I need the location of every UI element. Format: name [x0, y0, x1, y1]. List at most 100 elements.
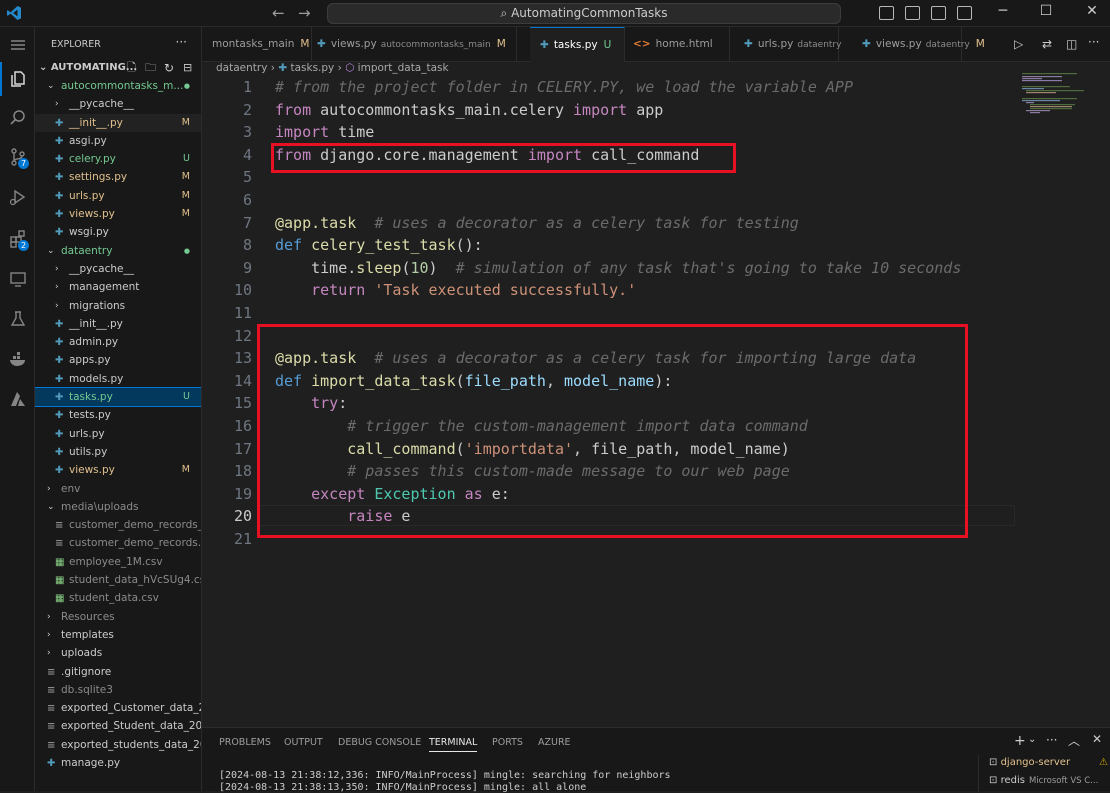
refresh-icon[interactable]: ↻ — [144, 59, 174, 77]
tree-folder[interactable]: ⌄ dataentry ● — [35, 242, 201, 260]
tree-folder[interactable]: › migrations — [35, 297, 201, 315]
extensions-icon[interactable]: 2 — [0, 222, 35, 256]
panel-tab[interactable]: TERMINAL — [429, 737, 478, 752]
tree-file[interactable]: ✚ __init__.py — [35, 315, 201, 333]
tree-folder[interactable]: ⌄ autocommontasks_m... ● — [35, 77, 201, 95]
minimize-window-icon[interactable]: ─ — [993, 3, 1013, 19]
docker-icon[interactable] — [0, 342, 35, 376]
source-control-icon[interactable]: 7 — [0, 140, 35, 174]
editor-tab[interactable]: ✚ tasks.py U — [530, 27, 625, 62]
tree-file[interactable]: ≡ .gitignore — [35, 663, 201, 681]
toggle-secondary-sidebar-icon[interactable] — [931, 6, 946, 20]
toggle-sidebar-icon[interactable] — [879, 6, 894, 20]
breadcrumb-symbol[interactable]: import_data_task — [358, 62, 449, 74]
maximize-window-icon[interactable]: ☐ — [1036, 3, 1056, 19]
tree-folder[interactable]: › env — [35, 480, 201, 498]
workspace-root[interactable]: ⌄ AUTOMATING... 🗋 🗀 ↻ ⊟ — [35, 59, 201, 77]
breadcrumb-folder[interactable]: dataentry — [216, 62, 267, 74]
vscode-logo-icon[interactable] — [6, 5, 22, 21]
panel-tab[interactable]: AZURE — [538, 737, 571, 748]
terminal-dropdown-icon[interactable]: ⌄ — [1028, 734, 1036, 745]
compare-changes-icon[interactable]: ⇄ — [1042, 37, 1052, 51]
tree-file[interactable]: ≡ exported_students_data_20... — [35, 736, 201, 754]
code-token: model_name — [564, 371, 655, 390]
tree-folder[interactable]: › uploads — [35, 644, 201, 662]
tree-file[interactable]: ≡ exported_Customer_data_2... — [35, 699, 201, 717]
editor-tab[interactable]: montasks_main M — [202, 27, 312, 62]
forward-arrow-icon[interactable]: → — [298, 4, 311, 22]
tree-file[interactable]: ≡ db.sqlite3 — [35, 681, 201, 699]
tree-file[interactable]: ✚ tests.py — [35, 406, 201, 424]
editor-tab[interactable]: <> home.html — [623, 27, 730, 62]
menu-icon[interactable] — [0, 28, 35, 62]
tree-file[interactable]: ≡ exported_Student_data_202... — [35, 717, 201, 735]
panel-tab[interactable]: OUTPUT — [284, 737, 323, 748]
search-view-icon[interactable] — [0, 101, 35, 135]
new-terminal-icon[interactable]: + — [1014, 733, 1026, 749]
editor-more-icon[interactable]: ··· — [1088, 35, 1099, 49]
run-debug-icon[interactable] — [0, 180, 35, 214]
tree-file[interactable]: ≡ customer_demo_records.c... — [35, 534, 201, 552]
panel-tab[interactable]: DEBUG CONSOLE — [338, 737, 421, 748]
tree-folder[interactable]: › __pycache__ — [35, 95, 201, 113]
tree-file[interactable]: ✚ models.py — [35, 370, 201, 388]
run-icon[interactable]: ▷ — [1014, 37, 1023, 51]
maximize-panel-icon[interactable]: ︿ — [1068, 732, 1080, 749]
tree-file[interactable]: ▦ student_data.csv — [35, 589, 201, 607]
tree-file[interactable]: ≡ customer_demo_records_r... — [35, 516, 201, 534]
toggle-panel-icon[interactable] — [905, 6, 920, 20]
tree-file[interactable]: ✚ celery.py U — [35, 150, 201, 168]
tree-folder[interactable]: › templates — [35, 626, 201, 644]
tree-folder[interactable]: › management — [35, 278, 201, 296]
tree-folder[interactable]: › __pycache__ — [35, 260, 201, 278]
tree-file[interactable]: ✚ urls.py M — [35, 187, 201, 205]
azure-icon[interactable] — [0, 382, 35, 416]
editor-tab[interactable]: ✚ views.py autocommontasks_main M — [307, 27, 517, 62]
tree-file[interactable]: ✚ utils.py — [35, 443, 201, 461]
panel-tab[interactable]: PORTS — [492, 737, 523, 748]
testing-icon[interactable] — [0, 302, 35, 336]
tree-file[interactable]: ✚ settings.py M — [35, 168, 201, 186]
customize-layout-icon[interactable] — [957, 6, 972, 20]
tab-label: views.py — [875, 38, 922, 50]
collapse-all-icon[interactable]: ⊟ — [183, 59, 192, 77]
tree-file[interactable]: ✚ wsgi.py — [35, 223, 201, 241]
code-editor[interactable]: 1 # from the project folder in CELERY.PY,… — [202, 76, 1110, 726]
csv-file-icon: ▦ — [55, 575, 65, 587]
tree-file[interactable]: ▦ student_data_hVcSUg4.csv — [35, 571, 201, 589]
minimap[interactable] — [1022, 72, 1102, 132]
python-file-icon: ✚ — [317, 38, 326, 50]
panel-more-icon[interactable]: ··· — [1046, 733, 1057, 747]
close-panel-icon[interactable]: ✕ — [1092, 732, 1102, 746]
tree-file[interactable]: ▦ employee_1M.csv — [35, 553, 201, 571]
breadcrumb-file[interactable]: tasks.py — [290, 62, 334, 74]
remote-explorer-icon[interactable] — [0, 262, 35, 296]
tree-folder[interactable]: › Resources — [35, 608, 201, 626]
tree-file[interactable]: ✚ admin.py — [35, 333, 201, 351]
editor-tab[interactable]: ✚ views.py dataentry M — [852, 27, 985, 62]
code-line: @app.task # uses a decorator as a celery… — [275, 214, 799, 232]
tree-file[interactable]: ✚ views.py M — [35, 205, 201, 223]
tree-folder[interactable]: ⌄ media\uploads — [35, 498, 201, 516]
back-arrow-icon[interactable]: ← — [272, 4, 285, 22]
explorer-icon[interactable] — [0, 62, 35, 96]
tab-label: tasks.py — [553, 39, 598, 51]
editor-tab[interactable]: ✚ urls.py dataentry — [734, 27, 841, 62]
new-file-icon[interactable]: 🗋 — [127, 59, 136, 77]
tree-file[interactable]: ✚ apps.py — [35, 351, 201, 369]
terminal-instance[interactable]: ⊡ redis Microsoft VS C... — [989, 775, 1098, 786]
tree-file[interactable]: ✚ asgi.py — [35, 132, 201, 150]
command-center-search[interactable]: ⌕ AutomatingCommonTasks — [327, 3, 841, 24]
tree-file[interactable]: ✚ manage.py — [35, 754, 201, 772]
terminal-instance[interactable]: ⊡ django-server ⚠ — [989, 757, 1108, 768]
tree-file[interactable]: ✚ tasks.py U — [35, 387, 201, 408]
chevron-right-icon: › — [47, 629, 51, 640]
split-editor-icon[interactable]: ◫ — [1066, 37, 1077, 51]
tree-file[interactable]: ✚ urls.py — [35, 425, 201, 443]
close-window-icon[interactable]: ✕ — [1082, 3, 1102, 19]
tree-file[interactable]: ✚ views.py M — [35, 461, 201, 479]
panel-tab[interactable]: PROBLEMS — [219, 737, 271, 748]
tree-file[interactable]: ✚ __init__.py M — [35, 113, 201, 132]
more-actions-icon[interactable]: ··· — [176, 35, 187, 49]
